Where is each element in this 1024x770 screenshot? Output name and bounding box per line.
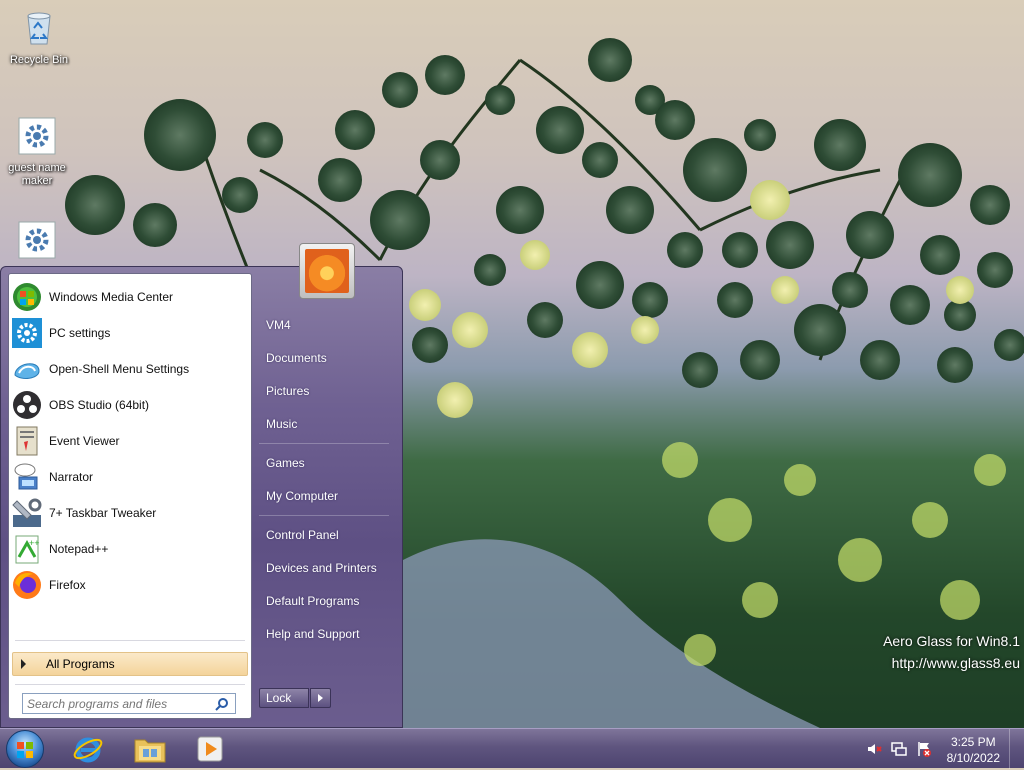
program-label: PC settings [49, 326, 111, 340]
desktop-icon-guest-name-maker[interactable]: guest name maker [0, 116, 74, 188]
taskbar: 3:25 PM 8/10/2022 [0, 728, 1024, 769]
arrow-right-icon [318, 694, 323, 702]
desktop-icon-label: Recycle Bin [9, 54, 69, 66]
program-label: Notepad++ [49, 542, 109, 556]
lock-button[interactable]: Lock [259, 688, 309, 708]
system-clock[interactable]: 3:25 PM 8/10/2022 [947, 734, 1000, 766]
volume-muted-icon[interactable] [866, 741, 882, 757]
media-player-icon [197, 736, 223, 762]
program-7-taskbar-tweaker[interactable]: 7+ Taskbar Tweaker [11, 496, 249, 530]
right-item-pictures[interactable]: Pictures [266, 384, 309, 398]
desktop-icon-label: guest name maker [8, 162, 66, 187]
programs-pane: Windows Media Center PC settings Open-Sh… [8, 273, 252, 719]
desktop-icon-recycle-bin[interactable]: Recycle Bin [2, 8, 76, 67]
svg-text:++: ++ [29, 538, 40, 548]
shutdown-options-button[interactable] [310, 688, 331, 708]
right-item-documents[interactable]: Documents [266, 351, 327, 365]
clock-date: 8/10/2022 [946, 751, 1000, 765]
recycle-bin-icon [27, 12, 51, 45]
program-label: OBS Studio (64bit) [49, 398, 150, 412]
taskbar-media-player[interactable] [190, 731, 230, 767]
right-item-control-panel[interactable]: Control Panel [266, 528, 339, 542]
taskbar-file-explorer[interactable] [130, 731, 170, 767]
program-pc-settings[interactable]: PC settings [11, 316, 249, 350]
flower-image [305, 249, 349, 293]
show-desktop-button[interactable] [1009, 729, 1024, 769]
user-account-picture[interactable] [299, 243, 355, 299]
search-separator [15, 684, 245, 685]
program-firefox[interactable]: Firefox [11, 568, 249, 602]
gear-app-icon [18, 117, 56, 155]
right-item-games[interactable]: Games [266, 456, 305, 470]
program-event-viewer[interactable]: Event Viewer [11, 424, 249, 458]
network-icon[interactable] [891, 741, 907, 757]
action-center-flag-icon[interactable] [916, 741, 932, 757]
program-label: Firefox [49, 578, 86, 592]
taskbar-tweaker-icon [12, 498, 42, 527]
windows-media-center-icon [13, 283, 41, 311]
desktop-icon-gear-app[interactable] [0, 220, 74, 266]
all-programs-label: All Programs [46, 657, 115, 671]
pc-settings-icon [12, 318, 42, 348]
right-item-music[interactable]: Music [266, 417, 297, 431]
obs-studio-icon [13, 391, 41, 419]
lock-label: Lock [266, 691, 292, 705]
narrator-icon [14, 463, 38, 490]
internet-explorer-icon [73, 737, 103, 763]
notepad-plus-plus-icon: ++ [15, 535, 40, 564]
clock-time: 3:25 PM [950, 735, 996, 749]
right-item-my-computer[interactable]: My Computer [266, 489, 338, 503]
file-explorer-icon [134, 739, 166, 763]
search-box[interactable] [22, 693, 236, 714]
taskbar-internet-explorer[interactable] [68, 731, 108, 767]
event-viewer-icon [16, 426, 38, 456]
right-separator [259, 443, 389, 444]
start-menu: Windows Media Center PC settings Open-Sh… [0, 243, 403, 728]
gear-app-icon [18, 221, 56, 259]
windows-logo-icon [17, 742, 33, 758]
program-narrator[interactable]: Narrator [11, 460, 249, 494]
program-windows-media-center[interactable]: Windows Media Center [11, 280, 249, 314]
program-open-shell-menu-settings[interactable]: Open-Shell Menu Settings [11, 352, 249, 386]
aero-glass-watermark: Aero Glass for Win8.1 http://www.glass8.… [883, 630, 1020, 674]
watermark-line1: Aero Glass for Win8.1 [883, 633, 1020, 649]
start-button[interactable] [6, 730, 44, 768]
program-label: 7+ Taskbar Tweaker [49, 506, 157, 520]
right-item-vm4[interactable]: VM4 [266, 318, 291, 332]
program-label: Narrator [49, 470, 94, 484]
right-separator [259, 515, 389, 516]
watermark-line2: http://www.glass8.eu [891, 655, 1020, 671]
program-obs-studio[interactable]: OBS Studio (64bit) [11, 388, 249, 422]
program-label: Windows Media Center [49, 290, 174, 304]
search-icon[interactable] [215, 697, 229, 711]
program-label: Event Viewer [49, 434, 120, 448]
all-programs-button[interactable]: All Programs [12, 652, 248, 676]
program-notepad-plus-plus[interactable]: ++ Notepad++ [11, 532, 249, 566]
right-item-help-and-support[interactable]: Help and Support [266, 627, 359, 641]
arrow-right-icon [21, 659, 26, 669]
search-input[interactable] [23, 695, 215, 712]
firefox-icon [13, 571, 41, 599]
programs-separator [15, 640, 245, 641]
program-label: Open-Shell Menu Settings [49, 362, 190, 376]
open-shell-icon [14, 363, 40, 379]
right-item-default-programs[interactable]: Default Programs [266, 594, 359, 608]
right-item-devices-and-printers[interactable]: Devices and Printers [266, 561, 377, 575]
